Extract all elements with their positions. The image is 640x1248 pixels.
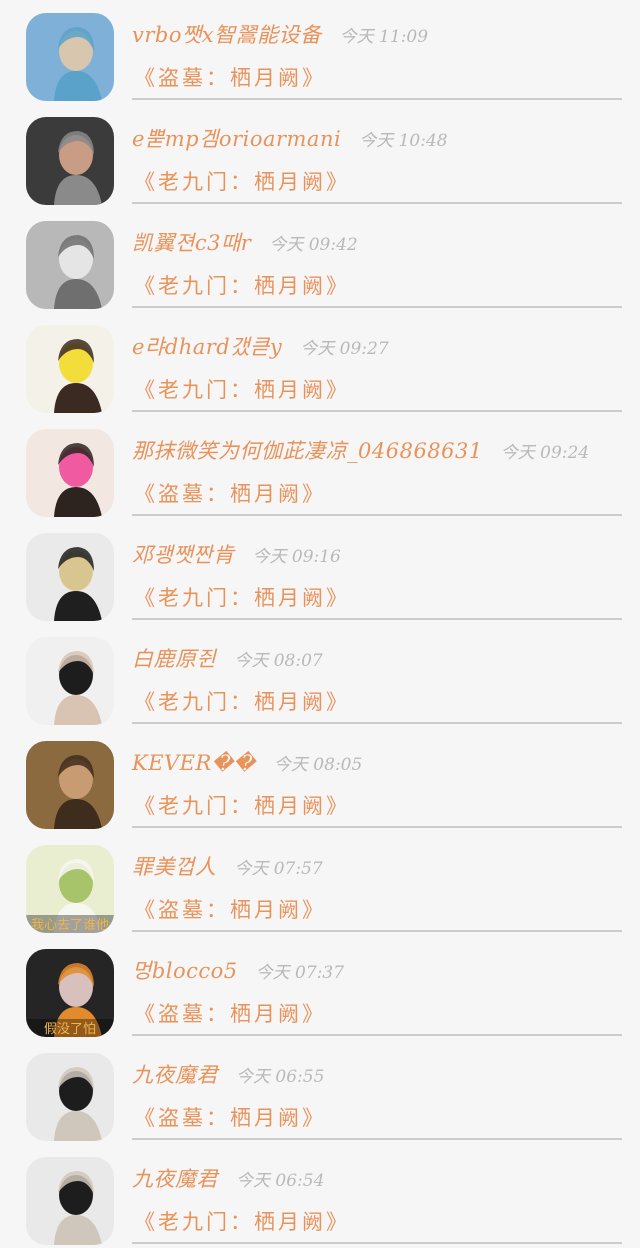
- row-divider: [132, 202, 622, 204]
- avatar-yoga-woman[interactable]: [26, 13, 114, 101]
- message-row[interactable]: 那抹微笑为何伽茈凄凉_046868631 今天 09:24 《盗墓：栖月阙》: [0, 416, 640, 520]
- avatar-mirror-selfie[interactable]: [26, 1157, 114, 1245]
- message-row[interactable]: 九夜魔君 今天 06:55 《盗墓：栖月阙》: [0, 1040, 640, 1144]
- message-time: 今天 07:57: [234, 859, 323, 879]
- avatar-dark-hair-boy[interactable]: [26, 637, 114, 725]
- message-row[interactable]: vrbo쨋x智翯能设备 今天 11:09 《盗墓：栖月阙》: [0, 0, 640, 104]
- sender-name[interactable]: 九夜魔君: [132, 1063, 218, 1087]
- message-time: 今天 10:48: [359, 131, 448, 151]
- message-time: 今天 07:37: [255, 963, 345, 983]
- sender-name[interactable]: 罪美껍人: [132, 855, 216, 879]
- row-divider: [132, 930, 622, 932]
- message-time: 今天 09:24: [500, 443, 590, 463]
- row-divider: [132, 1242, 622, 1244]
- message-time: 今天 09:42: [269, 235, 358, 255]
- row-divider: [132, 1034, 622, 1036]
- message-header: 凯翼젼c3때r 今天 09:42: [132, 225, 358, 261]
- avatar-pink-girl[interactable]: [26, 429, 114, 517]
- message-row[interactable]: e뿓mp겜orioarmani 今天 10:48 《老九门：栖月阙》: [0, 104, 640, 208]
- avatar-caption: 假没了怕: [44, 1022, 96, 1037]
- message-time: 今天 08:07: [234, 651, 323, 671]
- message-row[interactable]: 我心去了谁他 罪美껍人 今天 07:57 《盗墓：栖月阙》: [0, 832, 640, 936]
- message-preview: 《老九门：栖月阙》: [134, 274, 350, 298]
- message-time: 今天 06:54: [236, 1171, 325, 1191]
- row-divider: [132, 306, 622, 308]
- message-preview: 《老九门：栖月阙》: [134, 378, 350, 402]
- avatar-girl-caption[interactable]: 假没了怕: [26, 949, 114, 1037]
- message-row[interactable]: 凯翼젼c3때r 今天 09:42 《老九门：栖月阙》: [0, 208, 640, 312]
- message-header: 罪美껍人 今天 07:57: [132, 849, 323, 885]
- message-preview: 《盗墓：栖月阙》: [134, 898, 326, 922]
- message-header: 那抹微笑为何伽茈凄凉_046868631 今天 09:24: [132, 433, 589, 469]
- message-header: 멍blocco5 今天 07:37: [132, 953, 344, 989]
- sender-name[interactable]: 멍blocco5: [132, 959, 238, 983]
- sender-name[interactable]: vrbo쨋x智翯能设备: [132, 23, 322, 47]
- message-preview: 《盗墓：栖月阙》: [134, 482, 326, 506]
- message-time: 今天 09:27: [300, 339, 389, 359]
- message-preview: 《盗墓：栖月阙》: [134, 1106, 326, 1130]
- sender-name[interactable]: 那抹微笑为何伽茈凄凉_046868631: [132, 439, 483, 463]
- message-preview: 《老九门：栖月阙》: [134, 1210, 350, 1234]
- message-row[interactable]: 九夜魔君 今天 06:54 《老九门：栖月阙》: [0, 1144, 640, 1248]
- message-header: e뿓mp겜orioarmani 今天 10:48: [132, 121, 448, 157]
- message-preview: 《老九门：栖月阙》: [134, 690, 350, 714]
- avatar-yellow-woman[interactable]: [26, 325, 114, 413]
- message-header: e랴dhard갰큳y 今天 09:27: [132, 329, 389, 365]
- message-row[interactable]: 白鹿原쥔 今天 08:07 《老九门：栖月阙》: [0, 624, 640, 728]
- sender-name[interactable]: KEVER��: [132, 751, 256, 775]
- row-divider: [132, 98, 622, 100]
- message-row[interactable]: e랴dhard갰큳y 今天 09:27 《老九门：栖月阙》: [0, 312, 640, 416]
- sender-name[interactable]: e뿓mp겜orioarmani: [132, 127, 341, 151]
- sender-name[interactable]: 九夜魔君: [132, 1167, 218, 1191]
- message-preview: 《盗墓：栖月阙》: [134, 66, 326, 90]
- row-divider: [132, 514, 622, 516]
- avatar-painting-child[interactable]: [26, 741, 114, 829]
- message-preview: 《老九门：栖月阙》: [134, 170, 350, 194]
- avatar-mirror-selfie[interactable]: [26, 1053, 114, 1141]
- avatar-caption: 我心去了谁他: [31, 918, 109, 933]
- message-list: vrbo쨋x智翯能设备 今天 11:09 《盗墓：栖月阙》 e뿓mp겜orioarma…: [0, 0, 640, 1245]
- message-time: 今天 11:09: [339, 27, 429, 47]
- row-divider: [132, 618, 622, 620]
- message-row[interactable]: KEVER�� 今天 08:05 《老九门：栖月阙》: [0, 728, 640, 832]
- sender-name[interactable]: 白鹿原쥔: [132, 647, 216, 671]
- message-header: KEVER�� 今天 08:05: [132, 745, 362, 781]
- avatar-woman-soccer[interactable]: [26, 117, 114, 205]
- avatar-sunglasses-man[interactable]: [26, 533, 114, 621]
- message-preview: 《盗墓：栖月阙》: [134, 1002, 326, 1026]
- row-divider: [132, 826, 622, 828]
- sender-name[interactable]: 邓괭쨋짠肯: [132, 543, 234, 567]
- row-divider: [132, 1138, 622, 1140]
- message-preview: 《老九门：栖月阙》: [134, 794, 350, 818]
- row-divider: [132, 722, 622, 724]
- message-time: 今天 06:55: [236, 1067, 325, 1087]
- message-header: 九夜魔君 今天 06:54: [132, 1161, 324, 1197]
- message-row[interactable]: 邓괭쨋짠肯 今天 09:16 《老九门：栖月阙》: [0, 520, 640, 624]
- message-header: 邓괭쨋짠肯 今天 09:16: [132, 537, 341, 573]
- avatar-girl-in-field[interactable]: 我心去了谁他: [26, 845, 114, 933]
- message-header: vrbo쨋x智翯能设备 今天 11:09: [132, 17, 428, 53]
- message-preview: 《老九门：栖月阙》: [134, 586, 350, 610]
- message-time: 今天 08:05: [273, 755, 363, 775]
- row-divider: [132, 410, 622, 412]
- sender-name[interactable]: e랴dhard갰큳y: [132, 335, 282, 359]
- message-header: 九夜魔君 今天 06:55: [132, 1057, 324, 1093]
- sender-name[interactable]: 凯翼젼c3때r: [132, 231, 251, 255]
- message-time: 今天 09:16: [252, 547, 341, 567]
- avatar-bw-woman[interactable]: [26, 221, 114, 309]
- message-row[interactable]: 假没了怕 멍blocco5 今天 07:37 《盗墓：栖月阙》: [0, 936, 640, 1040]
- message-header: 白鹿原쥔 今天 08:07: [132, 641, 323, 677]
